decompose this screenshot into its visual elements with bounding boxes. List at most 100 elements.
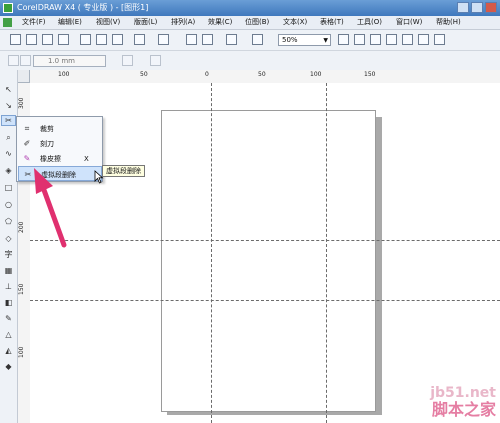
tooltip: 虚拟段删除: [102, 165, 145, 177]
rectangle-tool-icon[interactable]: □: [3, 182, 14, 193]
import-icon[interactable]: [186, 34, 197, 45]
eraser-icon: ✎: [23, 154, 31, 163]
new-icon[interactable]: [10, 34, 21, 45]
watermark-site-name: 脚本之家: [431, 400, 496, 419]
menu-effects[interactable]: 效果(C): [208, 17, 232, 28]
crop-tool-flyout: ⌗ 裁剪 ✐ 刻刀 ✎ 橡皮擦 X ✂ 虚拟段删除: [16, 116, 103, 182]
snap-icon: [122, 55, 133, 66]
horizontal-ruler[interactable]: 100 50 0 50 100 150: [30, 70, 500, 84]
polygon-tool-icon[interactable]: ⬠: [3, 216, 14, 227]
zoom-select[interactable]: 50% ▼: [278, 34, 331, 46]
zoom-width-icon[interactable]: [418, 34, 429, 45]
flyout-item-shortcut: X: [84, 155, 89, 163]
zoom-page-icon[interactable]: [402, 34, 413, 45]
menu-window[interactable]: 窗口(W): [396, 17, 422, 28]
text-tool-icon[interactable]: 字: [3, 249, 14, 260]
welcome-icon[interactable]: [252, 34, 263, 45]
vertical-guideline[interactable]: [211, 83, 212, 423]
zoom-selected-icon[interactable]: [370, 34, 381, 45]
cut-icon[interactable]: [80, 34, 91, 45]
chevron-down-icon: ▼: [323, 37, 328, 44]
crop-tool-icon[interactable]: ✂: [1, 115, 16, 126]
connector-tool-icon[interactable]: ⊥: [3, 281, 14, 292]
ruler-origin[interactable]: [17, 70, 30, 83]
menu-table[interactable]: 表格(T): [320, 17, 344, 28]
vertical-guideline[interactable]: [326, 83, 327, 423]
undo-icon[interactable]: [134, 34, 145, 45]
launcher-icon[interactable]: [226, 34, 237, 45]
ruler-label: 150: [18, 283, 25, 295]
zoom-in-icon[interactable]: [338, 34, 349, 45]
close-button[interactable]: [485, 2, 497, 13]
copy-icon[interactable]: [96, 34, 107, 45]
node-alt-icon: [20, 55, 31, 66]
menu-tools[interactable]: 工具(O): [357, 17, 382, 28]
mouse-cursor-icon: [94, 170, 104, 184]
standard-toolbar: 50% ▼: [0, 30, 500, 51]
flyout-item-label: 刻刀: [40, 140, 54, 148]
pick-tool-icon[interactable]: ↖: [3, 84, 14, 95]
title-bar: CorelDRAW X4 ( 专业版 ) - [图形1]: [0, 0, 500, 16]
minimize-button[interactable]: [457, 2, 469, 13]
menu-bar: 文件(F) 编辑(E) 视图(V) 版面(L) 排列(A) 效果(C) 位图(B…: [0, 16, 500, 30]
ruler-label: 50: [258, 71, 266, 78]
ruler-label: 100: [18, 346, 25, 358]
ruler-label: 100: [58, 71, 70, 78]
horizontal-guideline[interactable]: [30, 240, 500, 241]
table-tool-icon[interactable]: ▦: [3, 265, 14, 276]
smart-fill-icon[interactable]: ◈: [3, 165, 14, 176]
menu-bitmaps[interactable]: 位图(B): [245, 17, 269, 28]
maximize-button[interactable]: [471, 2, 483, 13]
menu-edit[interactable]: 编辑(E): [58, 17, 82, 28]
menu-help[interactable]: 帮助(H): [436, 17, 461, 28]
flyout-item-label: 裁剪: [40, 125, 54, 133]
shape-tool-icon[interactable]: ↘: [3, 100, 14, 111]
flyout-item-virtual-segment-delete[interactable]: ✂ 虚拟段删除: [18, 166, 102, 181]
open-icon[interactable]: [26, 34, 37, 45]
zoom-all-icon[interactable]: [386, 34, 397, 45]
redo-icon[interactable]: [158, 34, 169, 45]
print-icon[interactable]: [58, 34, 69, 45]
flyout-item-knife[interactable]: ✐ 刻刀: [18, 136, 102, 151]
window-title: CorelDRAW X4 ( 专业版 ) - [图形1]: [17, 3, 149, 12]
paste-icon[interactable]: [112, 34, 123, 45]
export-icon[interactable]: [202, 34, 213, 45]
basic-shapes-icon[interactable]: ◇: [3, 233, 14, 244]
horizontal-guideline[interactable]: [30, 300, 500, 301]
ellipse-tool-icon[interactable]: ○: [3, 199, 14, 210]
menu-text[interactable]: 文本(X): [283, 17, 307, 28]
options-icon: [150, 55, 161, 66]
ruler-label: 300: [18, 97, 25, 109]
menu-arrange[interactable]: 排列(A): [171, 17, 195, 28]
nudge-distance-input[interactable]: 1.0 mm: [33, 55, 106, 67]
menu-layout[interactable]: 版面(L): [134, 17, 157, 28]
knife-icon: ✐: [23, 139, 31, 148]
save-icon[interactable]: [42, 34, 53, 45]
drawing-page[interactable]: [161, 110, 376, 412]
eyedropper-tool-icon[interactable]: ✎: [3, 313, 14, 324]
watermark-domain: jb51.net: [430, 385, 496, 401]
fill-tool-icon[interactable]: ◭: [3, 345, 14, 356]
interactive-fill-icon[interactable]: ◆: [3, 361, 14, 372]
flyout-item-eraser[interactable]: ✎ 橡皮擦 X: [18, 151, 102, 166]
watermark: jb51.net 脚本之家: [430, 385, 496, 419]
flyout-item-label: 虚拟段删除: [41, 171, 76, 179]
zoom-tool-icon[interactable]: ⌕: [3, 132, 14, 143]
flyout-item-crop[interactable]: ⌗ 裁剪: [18, 121, 102, 136]
ruler-label: 150: [364, 71, 376, 78]
menu-file[interactable]: 文件(F): [22, 17, 46, 28]
ruler-label: 50: [140, 71, 148, 78]
crop-icon: ⌗: [24, 124, 30, 133]
outline-tool-icon[interactable]: △: [3, 329, 14, 340]
ruler-label: 100: [310, 71, 322, 78]
ruler-label: 200: [18, 221, 25, 233]
curve-tool-icon[interactable]: ∿: [3, 148, 14, 159]
zoom-value: 50%: [282, 36, 298, 44]
zoom-out-icon[interactable]: [354, 34, 365, 45]
ruler-label: 0: [205, 71, 209, 78]
nudge-value: 1.0 mm: [48, 57, 75, 65]
zoom-height-icon[interactable]: [434, 34, 445, 45]
property-bar: 1.0 mm: [0, 51, 500, 71]
blend-tool-icon[interactable]: ◧: [3, 297, 14, 308]
menu-view[interactable]: 视图(V): [96, 17, 120, 28]
